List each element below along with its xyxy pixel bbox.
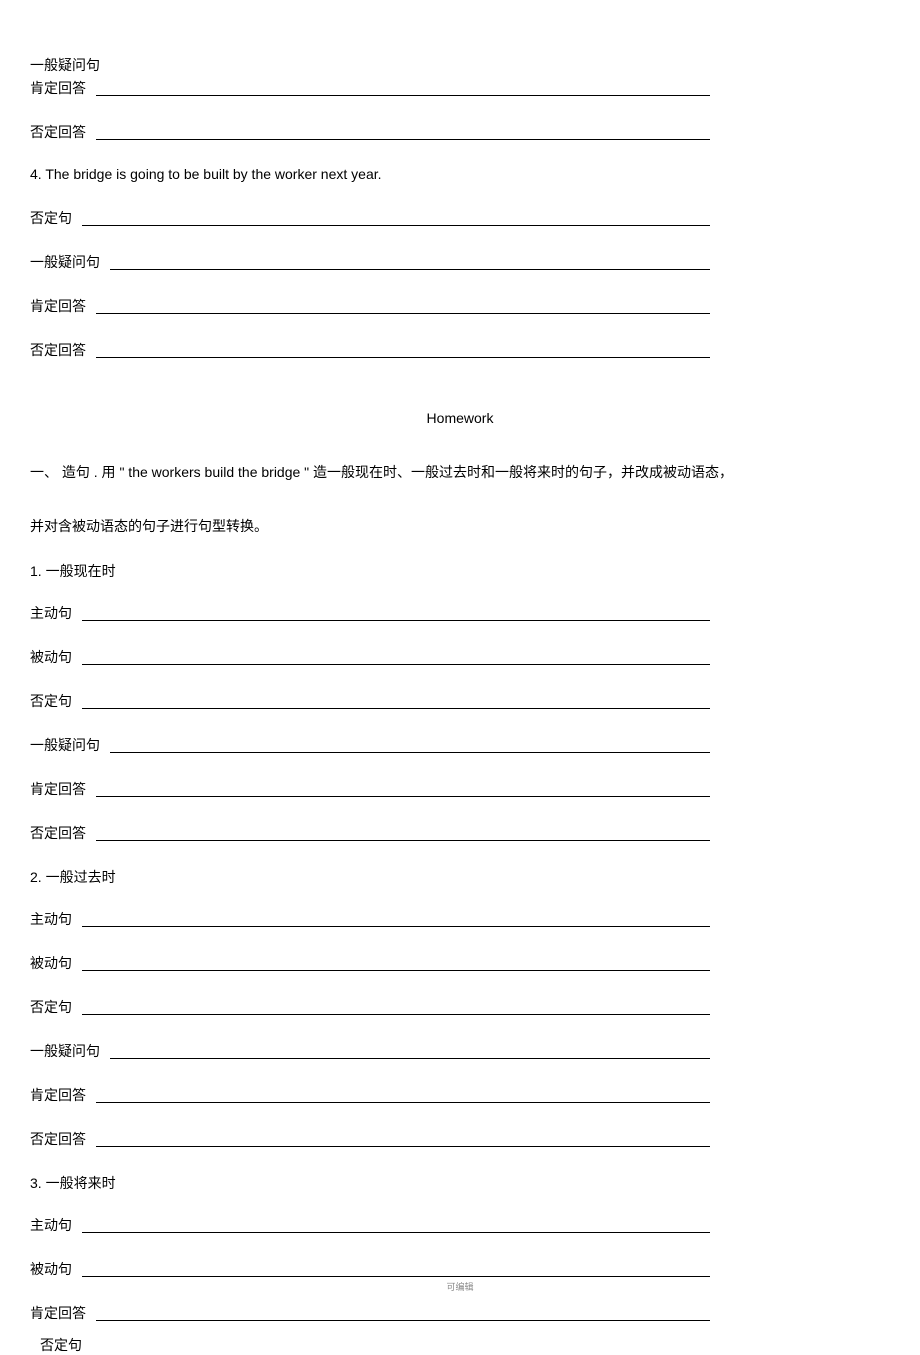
instruction-paragraph: 一、 造句 . 用 " the workers build the bridge…	[30, 456, 890, 490]
blank-line	[96, 840, 710, 841]
footer-text: 可编辑	[0, 1280, 920, 1293]
text-label: 一般疑问句	[30, 1041, 100, 1061]
text-label: 肯定回答	[30, 78, 86, 98]
text-label: 否定句	[30, 997, 72, 1017]
passive-sentence-row: 被动句	[30, 1259, 710, 1279]
homework-title: Homework	[30, 410, 890, 426]
blank-line	[82, 926, 710, 927]
text-label: 否定句	[30, 208, 72, 228]
passive-sentence-row: 被动句	[30, 647, 710, 667]
section-1-heading: 1. 一般现在时	[30, 561, 710, 581]
negative-answer-row: 否定回答	[30, 1129, 710, 1149]
blank-line	[96, 1146, 710, 1147]
affirmative-answer-row: 肯定回答	[30, 296, 710, 316]
blank-line	[82, 970, 710, 971]
affirmative-answer-row: 肯定回答	[30, 78, 710, 98]
blank-line	[82, 664, 710, 665]
section-3-heading: 3. 一般将来时	[30, 1173, 710, 1193]
text-label: 肯定回答	[30, 1303, 86, 1323]
text-label: 否定回答	[30, 340, 86, 360]
negative-answer-row: 否定回答	[30, 823, 710, 843]
negative-sentence-row: 否定句	[30, 208, 710, 228]
active-sentence-row: 主动句	[30, 1215, 710, 1235]
general-question-row: 一般疑问句	[30, 735, 710, 755]
text-label: 被动句	[30, 1259, 72, 1279]
negative-answer-row: 否定回答	[30, 122, 710, 142]
affirmative-answer-row: 肯定回答	[30, 779, 710, 799]
passive-sentence-row: 被动句	[30, 953, 710, 973]
blank-line	[96, 357, 710, 358]
blank-line	[110, 1058, 710, 1059]
instruction-line-1: 一、 造句 . 用 " the workers build the bridge…	[30, 464, 733, 480]
text-label: 被动句	[30, 647, 72, 667]
blank-line	[96, 1102, 710, 1103]
blank-line	[82, 1014, 710, 1015]
general-question-label: 一般疑问句	[30, 55, 710, 75]
text-label: 否定句	[40, 1335, 82, 1355]
negative-answer-row: 否定回答	[30, 340, 710, 360]
text-label: 一般疑问句	[30, 252, 100, 272]
affirmative-answer-row: 肯定回答	[30, 1303, 710, 1323]
instruction-line-2: 并对含被动语态的句子进行句型转换。	[30, 510, 890, 544]
active-sentence-row: 主动句	[30, 909, 710, 929]
negative-sentence-row: 否定句	[30, 691, 710, 711]
affirmative-answer-row: 肯定回答	[30, 1085, 710, 1105]
blank-line	[96, 1320, 710, 1321]
blank-line	[110, 269, 710, 270]
blank-line	[96, 139, 710, 140]
blank-line	[96, 313, 710, 314]
blank-line	[82, 1276, 710, 1277]
text-label: 一般疑问句	[30, 735, 100, 755]
text-label: 否定句	[30, 691, 72, 711]
text-label: 一般疑问句	[30, 55, 100, 75]
question-4-text: 4. The bridge is going to be built by th…	[30, 166, 710, 182]
text-label: 否定回答	[30, 823, 86, 843]
blank-line	[82, 225, 710, 226]
blank-line	[82, 1232, 710, 1233]
text-label: 否定回答	[30, 1129, 86, 1149]
text-label: 肯定回答	[30, 1085, 86, 1105]
blank-line	[82, 620, 710, 621]
active-sentence-row: 主动句	[30, 603, 710, 623]
negative-sentence-row: 否定句	[30, 997, 710, 1017]
blank-line	[82, 708, 710, 709]
section-2-heading: 2. 一般过去时	[30, 867, 710, 887]
blank-line	[110, 752, 710, 753]
blank-line	[96, 796, 710, 797]
general-question-row: 一般疑问句	[30, 1041, 710, 1061]
text-label: 否定回答	[30, 122, 86, 142]
text-label: 主动句	[30, 603, 72, 623]
blank-line	[96, 95, 710, 96]
text-label: 肯定回答	[30, 779, 86, 799]
text-label: 主动句	[30, 1215, 72, 1235]
general-question-row: 一般疑问句	[30, 252, 710, 272]
text-label: 主动句	[30, 909, 72, 929]
text-label: 被动句	[30, 953, 72, 973]
text-label: 肯定回答	[30, 296, 86, 316]
negative-sentence-label: 否定句	[40, 1335, 710, 1355]
